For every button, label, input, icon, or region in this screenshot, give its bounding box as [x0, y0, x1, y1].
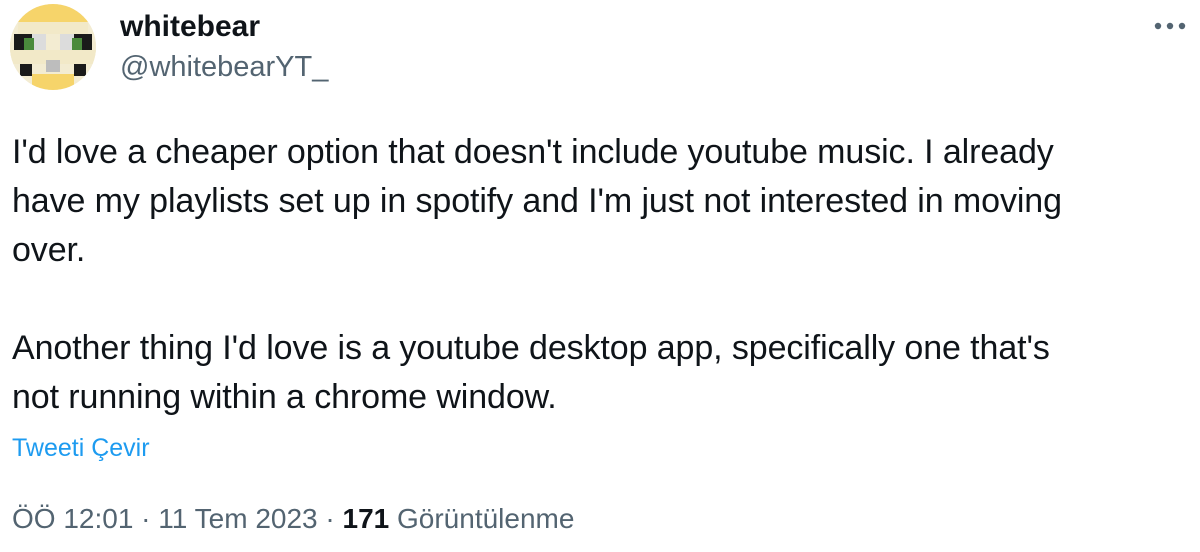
views-count[interactable]: 171 [343, 503, 390, 534]
avatar[interactable] [10, 4, 96, 90]
views-label[interactable]: Görüntülenme [397, 503, 574, 534]
tweet-time[interactable]: ÖÖ 12:01 [12, 503, 133, 534]
avatar-pixel-art-icon [10, 4, 96, 90]
more-horizontal-icon [1154, 22, 1186, 30]
translate-tweet-link[interactable]: Tweeti Çevir [12, 431, 150, 465]
tweet-text: I'd love a cheaper option that doesn't i… [12, 133, 1062, 416]
tweet-metadata: ÖÖ 12:01 · 11 Tem 2023 · 171 Görüntülenm… [12, 499, 574, 539]
meta-separator: · [317, 503, 343, 534]
author-handle[interactable]: @whitebearYT_ [120, 48, 328, 86]
meta-separator: · [133, 503, 159, 534]
tweet-card: whitebear @whitebearYT_ I'd love a cheap… [0, 0, 1200, 552]
more-options-button[interactable] [1150, 8, 1190, 44]
tweet-date[interactable]: 11 Tem 2023 [158, 503, 317, 534]
author-display-name[interactable]: whitebear [120, 8, 260, 46]
